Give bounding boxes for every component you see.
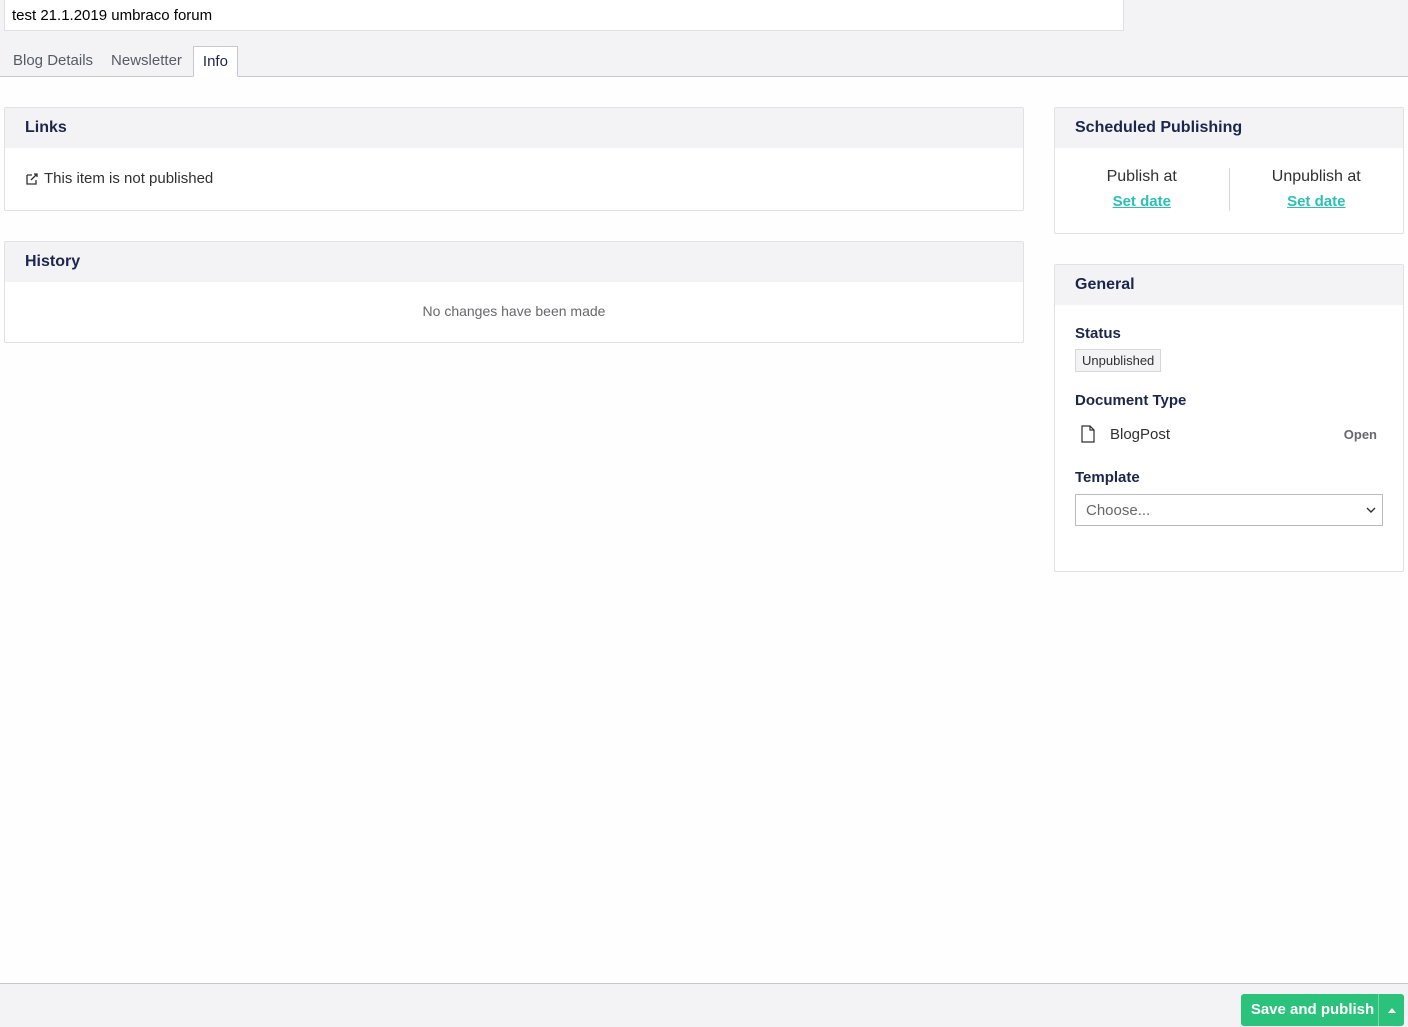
publish-at-column: Publish at Set date: [1055, 168, 1229, 211]
status-badge: Unpublished: [1075, 349, 1162, 372]
unpublish-at-column: Unpublish at Set date: [1228, 168, 1404, 211]
document-icon: [1081, 425, 1095, 443]
template-label: Template: [1075, 469, 1140, 486]
open-document-type-link[interactable]: Open: [1344, 427, 1377, 442]
general-panel: General Status Unpublished Document Type…: [1054, 264, 1404, 572]
not-published-message: This item is not published: [44, 170, 214, 187]
publish-set-date-link[interactable]: Set date: [1113, 193, 1171, 210]
tab-newsletter[interactable]: Newsletter: [102, 46, 191, 77]
template-selected-value: Choose...: [1086, 501, 1151, 519]
status-label: Status: [1075, 325, 1121, 342]
publish-at-label: Publish at: [1106, 168, 1177, 185]
editor-header: Blog Details Newsletter Info: [0, 0, 1408, 77]
history-title: History: [5, 242, 1023, 282]
chevron-down-icon: [1366, 507, 1376, 513]
unpublish-set-date-link[interactable]: Set date: [1287, 193, 1345, 210]
unpublish-at-label: Unpublish at: [1271, 168, 1361, 185]
external-link-icon: [26, 172, 38, 185]
document-type-name: BlogPost: [1110, 425, 1171, 443]
save-and-publish-label: Save and publish: [1250, 1001, 1375, 1018]
save-and-publish-button[interactable]: Save and publish: [1241, 994, 1404, 1026]
template-select[interactable]: Choose...: [1075, 494, 1383, 526]
general-title: General: [1055, 265, 1403, 305]
scheduled-publishing-panel: Scheduled Publishing Publish at Set date…: [1054, 107, 1404, 234]
links-title: Links: [5, 108, 1023, 148]
document-type-row: BlogPost Open: [1075, 423, 1383, 445]
history-panel: History No changes have been made: [4, 241, 1024, 343]
links-panel: Links This item is not published: [4, 107, 1024, 211]
history-empty-message: No changes have been made: [422, 303, 606, 319]
document-type-label: Document Type: [1075, 392, 1187, 409]
tab-blog-details[interactable]: Blog Details: [4, 46, 102, 77]
scheduled-publishing-title: Scheduled Publishing: [1055, 108, 1403, 148]
content-tabs: Blog Details Newsletter Info: [4, 46, 238, 77]
more-options-caret-icon[interactable]: [1378, 994, 1404, 1026]
editor-footer: Save and publish: [0, 983, 1408, 1027]
tab-info[interactable]: Info: [192, 46, 238, 77]
content-name-input[interactable]: [4, 0, 1124, 31]
